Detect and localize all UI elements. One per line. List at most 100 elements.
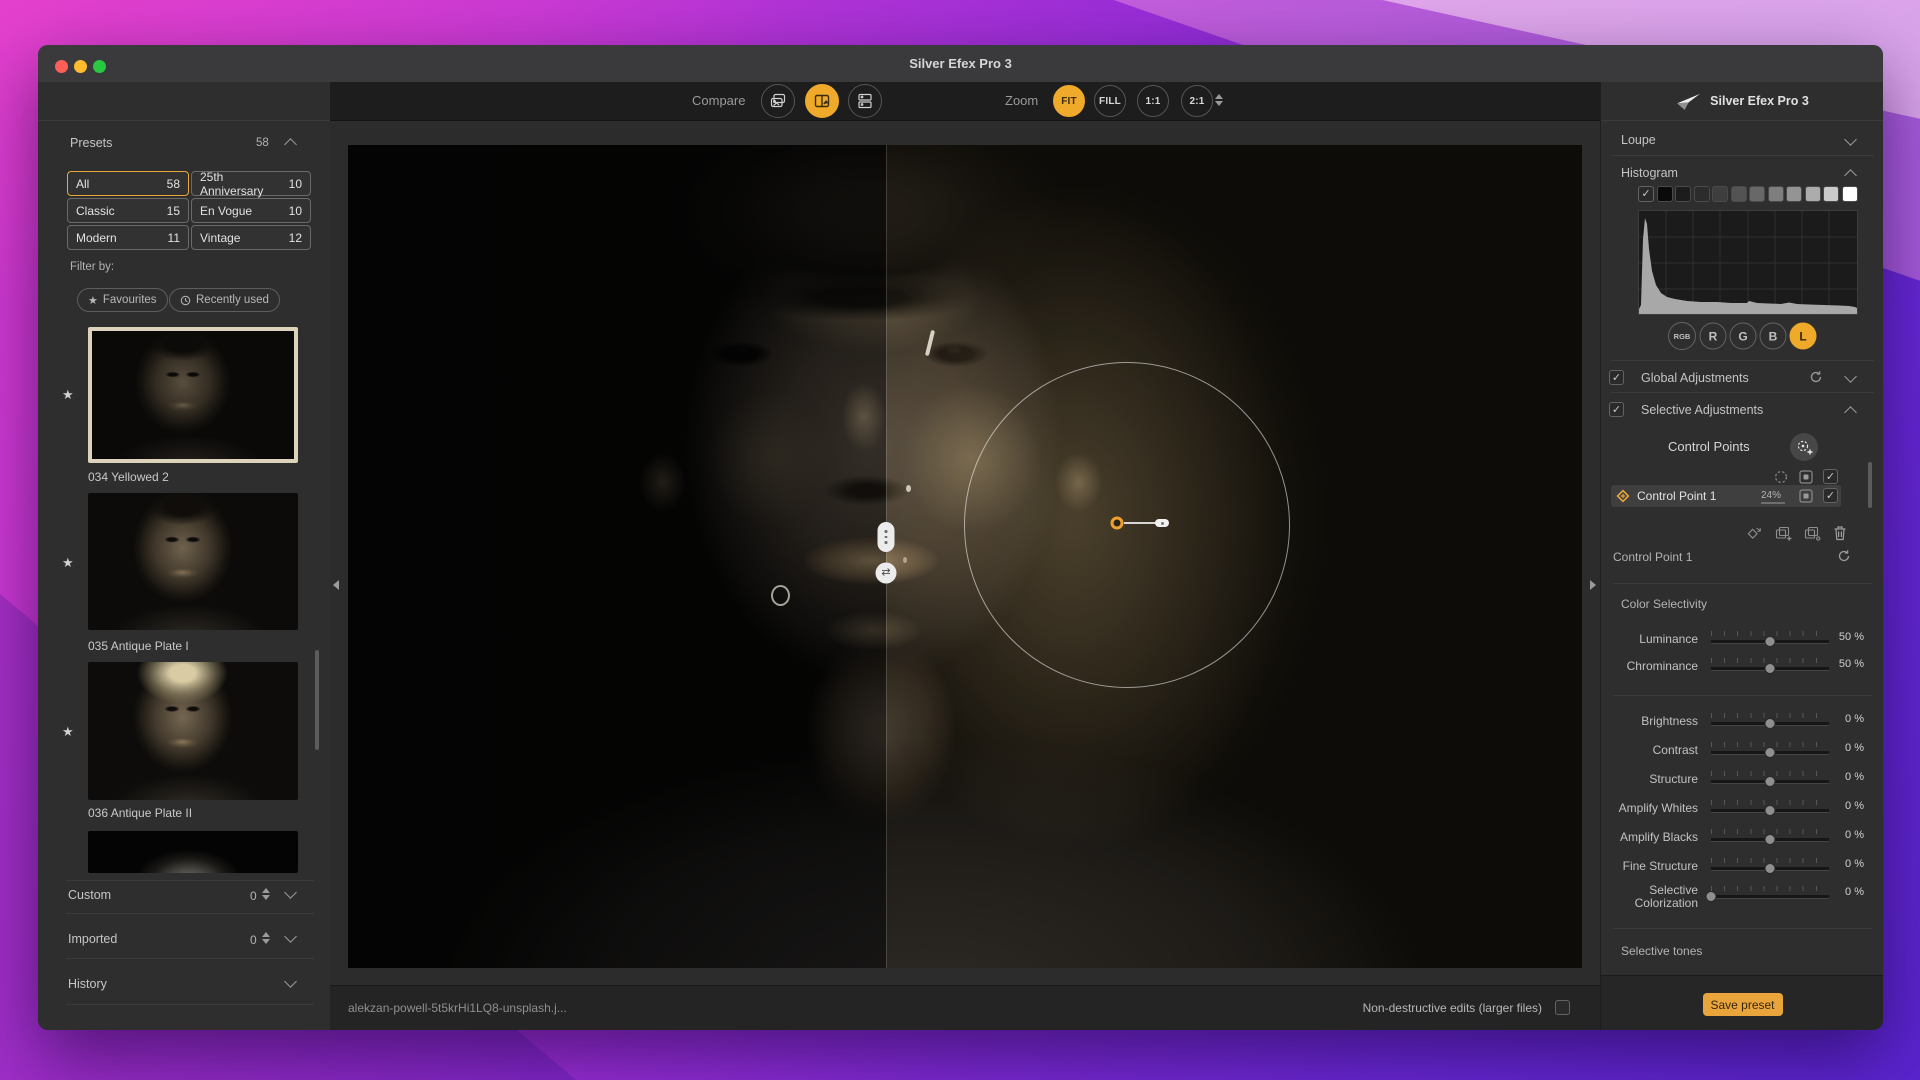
preset-filter-all[interactable]: All58 [67, 171, 189, 196]
zoom-1-1-button[interactable]: 1:1 [1137, 85, 1169, 117]
control-point-size-handle[interactable] [1155, 519, 1169, 527]
favourite-star-icon[interactable]: ★ [62, 555, 74, 571]
chevron-down-icon[interactable] [284, 930, 297, 943]
preset-filter-classic[interactable]: Classic15 [67, 198, 189, 223]
preset-thumbnail-antique-plate-2[interactable] [88, 662, 298, 800]
zoom-2-1-button[interactable]: 2:1 [1181, 85, 1213, 117]
selective-adjustments-header[interactable]: Selective Adjustments [1641, 403, 1763, 417]
slider-thumb[interactable] [1765, 663, 1776, 674]
structure-slider[interactable] [1711, 771, 1829, 789]
channel-g-button[interactable]: G [1730, 323, 1757, 350]
save-preset-button[interactable]: Save preset [1703, 993, 1783, 1016]
preset-filter-en-vogue[interactable]: En Vogue10 [191, 198, 311, 223]
control-point-checkbox[interactable]: ✓ [1823, 488, 1838, 503]
selective-adjustments-checkbox[interactable]: ✓ [1609, 402, 1624, 417]
presets-section-header[interactable]: Presets [70, 136, 112, 150]
global-adjustments-checkbox[interactable]: ✓ [1609, 370, 1624, 385]
channel-r-button[interactable]: R [1700, 323, 1727, 350]
nondestructive-checkbox[interactable] [1555, 1000, 1570, 1015]
collapse-right-panel-arrow-icon[interactable] [1590, 580, 1596, 590]
chevron-down-icon[interactable] [284, 975, 297, 988]
preset-thumbnail-partial[interactable] [88, 831, 298, 873]
group-control-points-icon[interactable] [1775, 526, 1792, 541]
favourite-star-icon[interactable]: ★ [62, 724, 74, 740]
collapse-left-panel-arrow-icon[interactable] [333, 580, 339, 590]
recently-used-filter-pill[interactable]: Recently used [169, 288, 280, 312]
channel-l-button[interactable]: L [1790, 323, 1817, 350]
amplify-blacks-slider[interactable] [1711, 829, 1829, 847]
zoom-stepper-icon[interactable] [1215, 94, 1223, 106]
control-point-handle[interactable] [1111, 517, 1124, 530]
preset-filter-vintage[interactable]: Vintage12 [191, 225, 311, 250]
mask-preview-icon[interactable] [1799, 470, 1813, 484]
global-adjustments-header[interactable]: Global Adjustments [1641, 371, 1749, 385]
fine-structure-slider[interactable] [1711, 858, 1829, 876]
contrast-slider[interactable] [1711, 742, 1829, 760]
zone-swatch[interactable] [1768, 186, 1784, 202]
split-drag-handle[interactable] [878, 522, 895, 552]
chrominance-slider[interactable] [1711, 658, 1829, 676]
custom-section-header[interactable]: Custom [68, 888, 111, 902]
image-viewport[interactable]: ⇄ [348, 145, 1582, 968]
zone-swatch[interactable] [1657, 186, 1673, 202]
histogram-section-header[interactable]: Histogram [1621, 166, 1678, 180]
slider-thumb[interactable] [1765, 776, 1776, 787]
chevron-up-icon[interactable] [1844, 169, 1857, 182]
slider-thumb[interactable] [1765, 834, 1776, 845]
favourites-filter-pill[interactable]: ★ Favourites [77, 288, 168, 312]
compare-browse-button[interactable] [761, 84, 795, 118]
compare-top-bottom-button[interactable] [848, 84, 882, 118]
slider-thumb[interactable] [1765, 636, 1776, 647]
channel-rgb-button[interactable]: RGB [1668, 322, 1696, 350]
zoom-fill-button[interactable]: FILL [1094, 85, 1126, 117]
chevron-down-icon[interactable] [1844, 133, 1857, 146]
all-control-points-checkbox[interactable]: ✓ [1823, 469, 1838, 484]
preset-thumbnail-yellowed-2[interactable] [88, 327, 298, 463]
zone-swatch[interactable] [1749, 186, 1765, 202]
control-point-radius-circle[interactable] [964, 362, 1290, 688]
reset-icon[interactable] [1837, 549, 1851, 563]
stepper-icon[interactable] [262, 932, 270, 944]
slider-thumb[interactable] [1765, 805, 1776, 816]
preset-filter-modern[interactable]: Modern11 [67, 225, 189, 250]
favourite-star-icon[interactable]: ★ [62, 387, 74, 403]
channel-b-button[interactable]: B [1760, 323, 1787, 350]
brightness-slider[interactable] [1711, 713, 1829, 731]
zoom-fit-button[interactable]: FIT [1053, 85, 1085, 117]
compare-split-button[interactable] [805, 84, 839, 118]
selection-circle-icon[interactable] [1774, 470, 1788, 484]
zone-swatch[interactable] [1675, 186, 1691, 202]
add-control-point-button[interactable] [1790, 433, 1818, 461]
panel-scrollbar[interactable] [1868, 462, 1872, 508]
chevron-up-icon[interactable] [1844, 406, 1857, 419]
zone-swatch[interactable] [1823, 186, 1839, 202]
zone-swatch[interactable] [1712, 186, 1728, 202]
chevron-down-icon[interactable] [1844, 370, 1857, 383]
ungroup-control-points-icon[interactable] [1804, 526, 1821, 541]
zone-swatch[interactable] [1805, 186, 1821, 202]
delete-control-point-icon[interactable] [1833, 525, 1847, 541]
mask-preview-icon[interactable] [1799, 489, 1813, 503]
duplicate-control-point-icon[interactable] [1747, 526, 1763, 541]
zone-swatch[interactable] [1842, 186, 1858, 202]
zone-swatch[interactable] [1786, 186, 1802, 202]
slider-thumb[interactable] [1765, 718, 1776, 729]
zones-checkbox[interactable]: ✓ [1638, 186, 1654, 202]
stepper-icon[interactable] [262, 888, 270, 900]
presets-scrollbar[interactable] [315, 650, 319, 750]
reset-icon[interactable] [1809, 370, 1823, 384]
swap-sides-button[interactable]: ⇄ [876, 563, 897, 584]
chevron-up-icon[interactable] [284, 138, 297, 151]
slider-thumb[interactable] [1765, 863, 1776, 874]
history-section-header[interactable]: History [68, 977, 107, 991]
zone-swatch[interactable] [1694, 186, 1710, 202]
selective-colorization-slider[interactable] [1711, 886, 1829, 904]
chevron-down-icon[interactable] [284, 886, 297, 899]
amplify-whites-slider[interactable] [1711, 800, 1829, 818]
preset-thumbnail-antique-plate-1[interactable] [88, 493, 298, 630]
loupe-section-header[interactable]: Loupe [1621, 133, 1656, 147]
zone-swatch[interactable] [1731, 186, 1747, 202]
luminance-slider[interactable] [1711, 631, 1829, 649]
slider-thumb[interactable] [1706, 891, 1717, 902]
slider-thumb[interactable] [1765, 747, 1776, 758]
